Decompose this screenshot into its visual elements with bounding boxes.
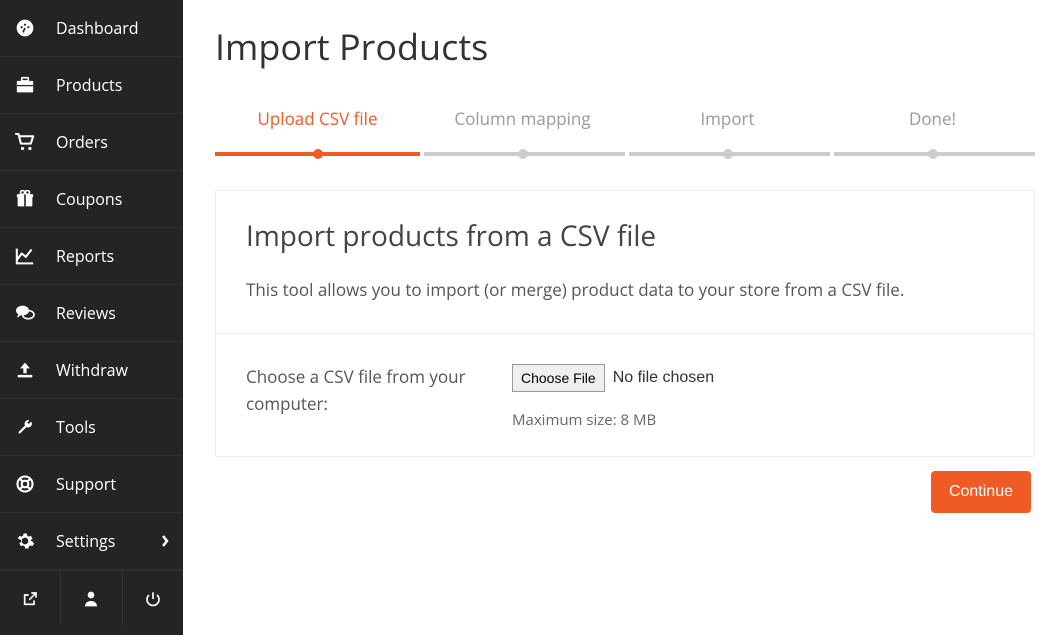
sidebar-item-tools[interactable]: Tools (0, 399, 183, 456)
wrench-icon (14, 418, 36, 436)
main-content: Import Products Upload CSV file Column m… (183, 0, 1055, 635)
step-upload[interactable]: Upload CSV file (215, 107, 420, 156)
step-dot (313, 149, 323, 159)
sidebar-item-settings[interactable]: Settings (0, 513, 183, 570)
step-mapping[interactable]: Column mapping (420, 107, 625, 156)
step-done[interactable]: Done! (830, 107, 1035, 156)
sidebar: Dashboard Products Orders Coupons Report… (0, 0, 183, 635)
sidebar-item-label: Settings (56, 530, 115, 552)
gift-icon (14, 190, 36, 208)
cart-icon (14, 133, 36, 151)
step-dot (928, 149, 938, 159)
sidebar-item-label: Reports (56, 245, 114, 267)
step-label: Column mapping (454, 107, 590, 130)
sidebar-item-dashboard[interactable]: Dashboard (0, 0, 183, 57)
sidebar-item-orders[interactable]: Orders (0, 114, 183, 171)
lifebuoy-icon (14, 474, 36, 494)
page-title: Import Products (215, 22, 1035, 71)
import-card: Import products from a CSV file This too… (215, 190, 1035, 457)
sidebar-item-reports[interactable]: Reports (0, 228, 183, 285)
power-button[interactable] (123, 571, 183, 627)
sidebar-item-coupons[interactable]: Coupons (0, 171, 183, 228)
file-row: Choose a CSV file from your computer: Ch… (216, 334, 1034, 456)
sidebar-item-label: Products (56, 74, 122, 96)
dashboard-icon (14, 18, 36, 38)
sidebar-item-label: Tools (56, 416, 96, 438)
actions: Continue (215, 457, 1035, 513)
step-dot (723, 149, 733, 159)
continue-button[interactable]: Continue (931, 471, 1031, 513)
choose-file-button[interactable]: Choose File (512, 364, 605, 392)
step-dot (518, 149, 528, 159)
card-title: Import products from a CSV file (246, 217, 1004, 255)
step-label: Import (700, 107, 754, 130)
sidebar-item-reviews[interactable]: Reviews (0, 285, 183, 342)
sidebar-item-label: Dashboard (56, 17, 139, 39)
file-hint: Maximum size: 8 MB (512, 410, 1004, 430)
chart-icon (14, 247, 36, 265)
stepper: Upload CSV file Column mapping Import Do… (215, 107, 1035, 156)
comments-icon (14, 304, 36, 322)
file-status: No file chosen (613, 369, 714, 387)
profile-button[interactable] (61, 571, 122, 627)
step-label: Upload CSV file (257, 107, 377, 130)
sidebar-item-withdraw[interactable]: Withdraw (0, 342, 183, 399)
sidebar-item-label: Withdraw (56, 359, 128, 381)
upload-icon (14, 361, 36, 379)
sidebar-item-support[interactable]: Support (0, 456, 183, 513)
sidebar-item-label: Reviews (56, 302, 116, 324)
sidebar-item-products[interactable]: Products (0, 57, 183, 114)
external-link-button[interactable] (0, 571, 61, 627)
file-field-label: Choose a CSV file from your computer: (246, 364, 512, 430)
step-label: Done! (909, 107, 956, 130)
step-import[interactable]: Import (625, 107, 830, 156)
gear-icon (14, 531, 36, 551)
card-description: This tool allows you to import (or merge… (246, 277, 1004, 303)
sidebar-item-label: Support (56, 473, 116, 495)
sidebar-item-label: Orders (56, 131, 108, 153)
chevron-right-icon (161, 535, 169, 547)
sidebar-bottom (0, 570, 183, 627)
sidebar-item-label: Coupons (56, 188, 122, 210)
briefcase-icon (14, 76, 36, 94)
